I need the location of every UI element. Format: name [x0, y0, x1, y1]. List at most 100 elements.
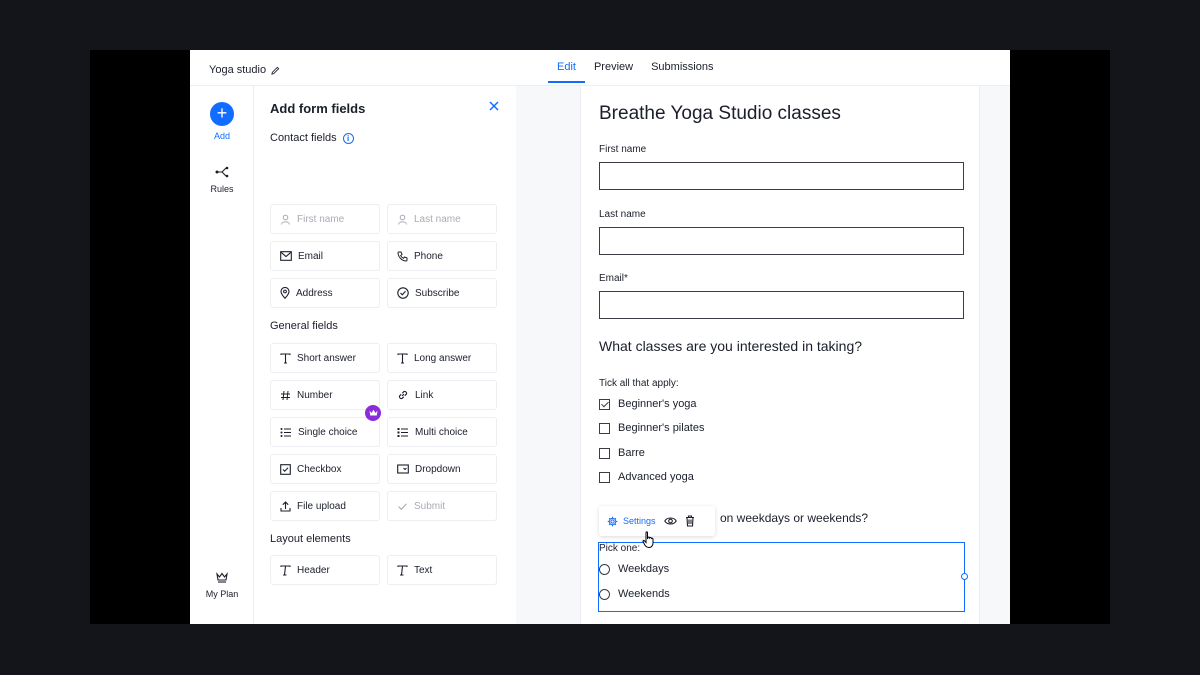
field-single-choice[interactable]: Single choice: [270, 417, 380, 447]
last-name-input[interactable]: [599, 227, 964, 255]
checkbox[interactable]: [599, 422, 610, 434]
dropdown-icon: [397, 464, 409, 474]
question-weekdays-hint: Pick one:: [599, 543, 641, 554]
tab-edit[interactable]: Edit: [548, 50, 585, 83]
rules-icon: [215, 166, 229, 178]
option-barre[interactable]: Barre: [599, 447, 645, 459]
field-email[interactable]: Email: [270, 241, 380, 271]
settings-button[interactable]: Settings: [607, 516, 656, 527]
crown-icon: [216, 572, 228, 583]
general-fields-title: General fields: [270, 320, 338, 332]
checkbox[interactable]: [599, 447, 610, 459]
question-classes[interactable]: What classes are you interested in takin…: [599, 338, 862, 354]
field-phone[interactable]: Phone: [387, 241, 497, 271]
field-single-choice-label: Single choice: [298, 426, 358, 438]
site-name-label: Yoga studio: [209, 64, 267, 76]
field-checkbox-label: Checkbox: [297, 463, 342, 475]
field-file-upload-label: File upload: [297, 500, 346, 512]
rail-my-plan-label: My Plan: [205, 589, 239, 599]
field-first-name-label: First name: [297, 213, 345, 225]
field-link-label: Link: [415, 389, 434, 401]
checkbox[interactable]: [599, 471, 610, 483]
option-beginners-pilates[interactable]: Beginner's pilates: [599, 422, 705, 434]
field-phone-label: Phone: [414, 250, 443, 262]
email-label: Email*: [599, 273, 628, 284]
close-icon[interactable]: [487, 99, 501, 113]
eye-icon[interactable]: [663, 516, 677, 526]
field-text-label: Text: [414, 564, 433, 576]
text-icon: [397, 564, 408, 576]
header-icon: [280, 564, 291, 576]
option-weekends[interactable]: Weekends: [599, 588, 670, 600]
checkbox-icon: [280, 463, 291, 475]
pencil-icon[interactable]: [271, 66, 280, 75]
field-text[interactable]: Text: [387, 555, 497, 585]
field-file-upload[interactable]: File upload: [270, 491, 380, 521]
field-submit[interactable]: Submit: [387, 491, 497, 521]
site-name[interactable]: Yoga studio: [209, 64, 280, 76]
first-name-label: First name: [599, 144, 647, 155]
first-name-input[interactable]: [599, 162, 964, 190]
panel-title: Add form fields: [270, 101, 366, 116]
field-address-label: Address: [296, 287, 333, 299]
field-long-answer-label: Long answer: [414, 352, 472, 364]
rail-rules-button[interactable]: Rules: [190, 166, 254, 194]
field-subscribe-label: Subscribe: [415, 287, 460, 299]
option-label: Barre: [618, 447, 645, 459]
field-floating-toolbar: Settings: [599, 506, 715, 536]
email-input[interactable]: [599, 291, 964, 319]
question-weekdays-partial[interactable]: on weekdays or weekends?: [720, 511, 868, 525]
rail-add-button[interactable]: + Add: [190, 102, 254, 141]
field-header[interactable]: Header: [270, 555, 380, 585]
person-icon: [281, 214, 290, 225]
field-dropdown[interactable]: Dropdown: [387, 454, 497, 484]
field-link[interactable]: Link: [387, 380, 497, 410]
field-dropdown-label: Dropdown: [415, 463, 461, 475]
gear-icon: [607, 516, 618, 526]
option-beginners-yoga[interactable]: Beginner's yoga: [599, 398, 697, 410]
field-last-name-label: Last name: [414, 213, 461, 225]
field-last-name[interactable]: Last name: [387, 204, 497, 234]
checkbox-checked[interactable]: [599, 398, 610, 410]
list-icon: [280, 427, 291, 437]
field-long-answer[interactable]: Long answer: [387, 343, 497, 373]
field-short-answer-label: Short answer: [297, 352, 356, 364]
radio-button[interactable]: [599, 588, 610, 600]
form-title[interactable]: Breathe Yoga Studio classes: [599, 103, 841, 125]
field-number-label: Number: [297, 389, 333, 401]
tab-preview[interactable]: Preview: [585, 50, 642, 83]
option-label: Beginner's yoga: [618, 398, 697, 410]
trash-icon[interactable]: [685, 515, 695, 527]
field-checkbox[interactable]: Checkbox: [270, 454, 380, 484]
checklist-icon: [397, 427, 408, 437]
phone-icon: [397, 251, 408, 262]
field-header-label: Header: [297, 564, 330, 576]
option-weekdays[interactable]: Weekdays: [599, 563, 669, 575]
field-submit-label: Submit: [414, 500, 446, 512]
hash-icon: [281, 390, 290, 400]
resize-handle[interactable]: [961, 573, 968, 580]
envelope-icon: [280, 251, 292, 261]
field-short-answer[interactable]: Short answer: [270, 343, 380, 373]
rail-my-plan-button[interactable]: My Plan: [190, 572, 254, 599]
option-label: Advanced yoga: [618, 471, 694, 483]
option-label: Weekdays: [618, 563, 670, 575]
radio-button[interactable]: [599, 563, 610, 575]
upload-icon: [280, 500, 291, 512]
person-icon: [398, 214, 407, 225]
field-address[interactable]: Address: [270, 278, 380, 308]
premium-badge: [365, 405, 381, 421]
field-multi-choice[interactable]: Multi choice: [387, 417, 497, 447]
info-icon[interactable]: i: [342, 132, 354, 144]
contact-fields-label: Contact fields: [270, 132, 337, 144]
settings-label: Settings: [623, 516, 656, 526]
tab-submissions[interactable]: Submissions: [642, 50, 722, 83]
selected-field-frame[interactable]: [598, 542, 968, 612]
option-label: Beginner's pilates: [618, 422, 705, 434]
field-subscribe[interactable]: Subscribe: [387, 278, 497, 308]
field-first-name[interactable]: First name: [270, 204, 380, 234]
field-number[interactable]: Number: [270, 380, 380, 410]
option-advanced-yoga[interactable]: Advanced yoga: [599, 471, 694, 483]
link-icon: [398, 390, 408, 400]
option-label: Weekends: [618, 588, 670, 600]
